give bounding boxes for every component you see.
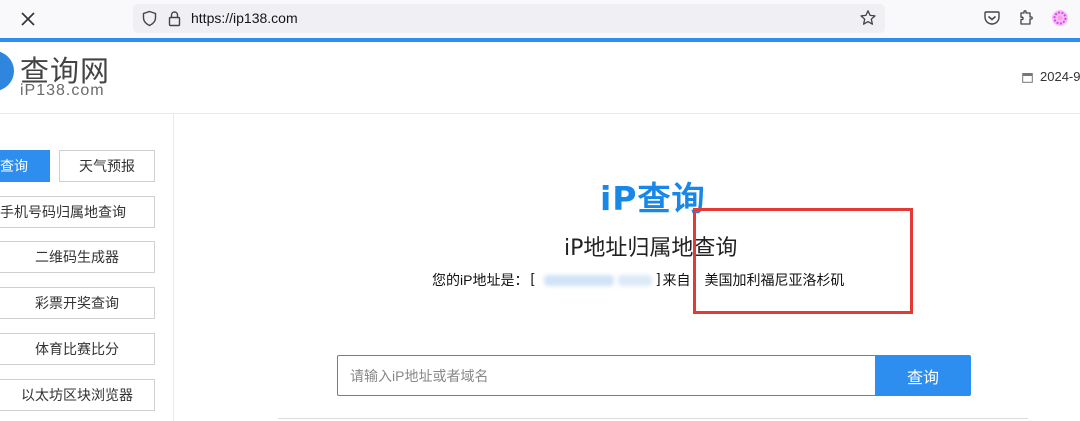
search-input[interactable] <box>337 355 875 396</box>
ip-bracket-close: ] <box>656 270 661 286</box>
logo-icon[interactable] <box>0 51 14 91</box>
profile-icon[interactable] <box>1051 9 1069 27</box>
address-bar[interactable]: https://ip138.com <box>133 4 885 33</box>
page-title: iP查询 <box>600 179 706 218</box>
lock-icon[interactable] <box>166 10 183 27</box>
ip-redaction-2 <box>618 275 653 286</box>
sidebar-item-qrcode[interactable]: 二维码生成器 <box>0 241 155 273</box>
shield-icon[interactable] <box>141 10 158 27</box>
sidebar-item-phone-lookup[interactable]: 手机号码归属地查询 <box>0 196 155 228</box>
search-button[interactable]: 查询 <box>875 355 971 396</box>
site-header: 查询网 iP138.com 2024-9 <box>0 42 1080 114</box>
calendar-icon <box>1022 73 1033 83</box>
extensions-icon[interactable] <box>1017 9 1035 27</box>
pocket-icon[interactable] <box>983 9 1001 27</box>
search-form: 查询 <box>337 355 971 396</box>
sidebar: 查询 天气预报 手机号码归属地查询 二维码生成器 彩票开奖查询 体育比赛比分 以… <box>0 114 174 421</box>
ip-redaction-1 <box>544 275 615 286</box>
sidebar-item-sports[interactable]: 体育比赛比分 <box>0 333 155 365</box>
url-text[interactable]: https://ip138.com <box>191 10 298 26</box>
ip-bracket-open: [ <box>530 270 535 286</box>
highlight-box <box>693 208 913 314</box>
browser-toolbar: https://ip138.com <box>0 0 1080 38</box>
sidebar-item-ethereum[interactable]: 以太坊区块浏览器 <box>0 379 155 411</box>
ip-address-blurred: [ ] <box>530 270 660 290</box>
sidebar-item-query[interactable]: 查询 <box>0 150 50 182</box>
star-icon[interactable] <box>859 9 877 27</box>
sidebar-item-weather[interactable]: 天气预报 <box>59 150 155 182</box>
logo-subtitle[interactable]: iP138.com <box>20 82 105 100</box>
date-text: 2024-9 <box>1040 69 1080 84</box>
close-icon[interactable] <box>18 9 38 29</box>
sidebar-item-lottery[interactable]: 彩票开奖查询 <box>0 287 155 319</box>
ip-prefix-label: 您的iP地址是： <box>432 272 529 288</box>
